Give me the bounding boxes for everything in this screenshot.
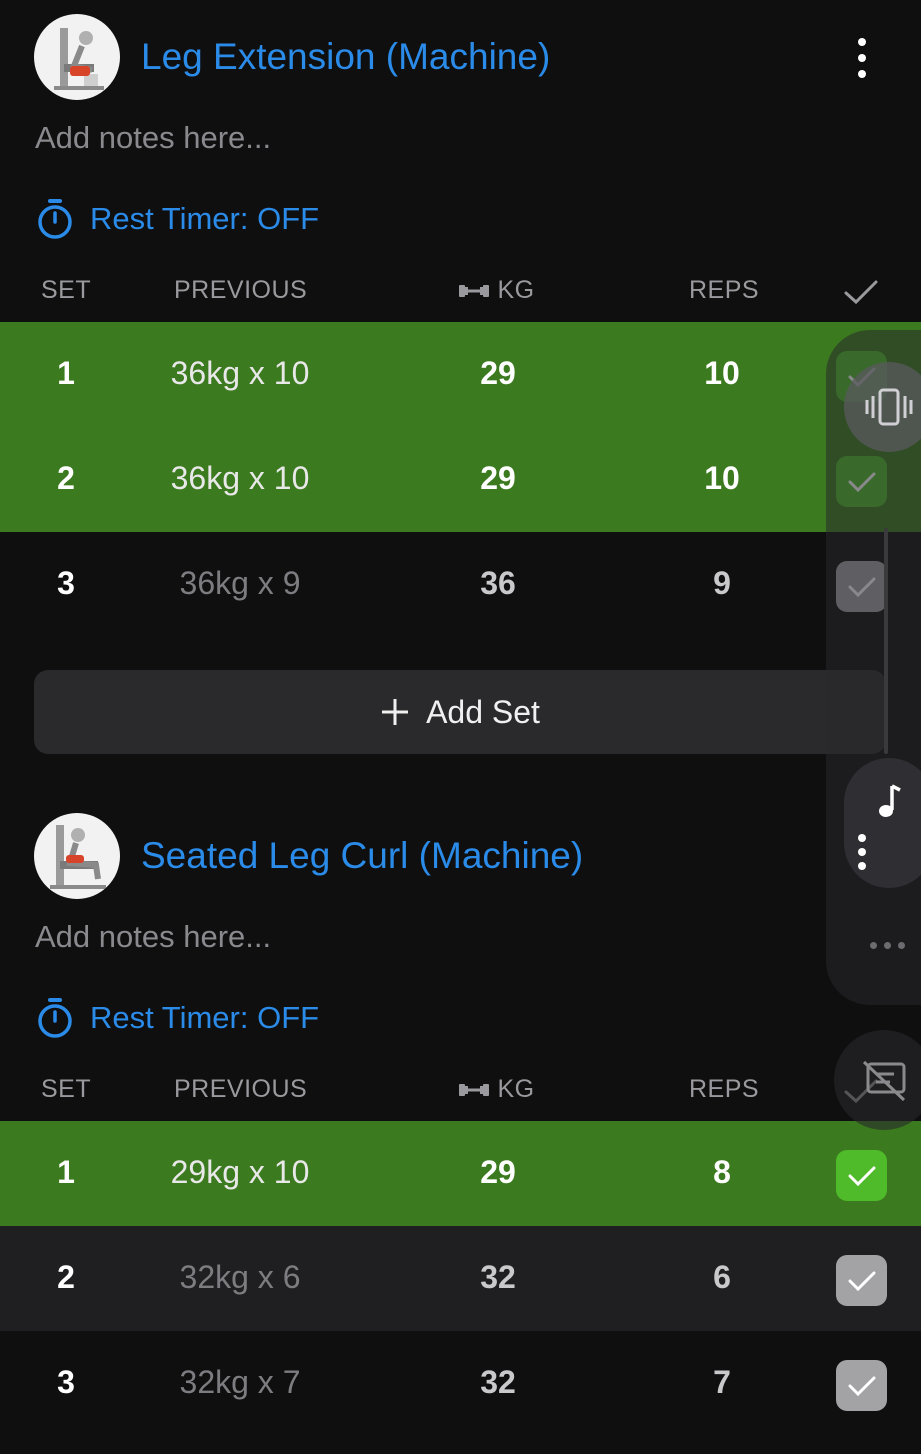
notes-field[interactable]: Add notes here... — [35, 120, 271, 156]
notes-field[interactable]: Add notes here... — [35, 919, 271, 955]
rest-timer-label: Rest Timer: OFF — [90, 201, 320, 236]
previous-value[interactable]: 32kg x 7 — [140, 1364, 340, 1401]
column-previous: PREVIOUS — [174, 1075, 308, 1103]
column-set: SET — [41, 1075, 92, 1103]
vertical-dots-icon[interactable] — [858, 830, 866, 874]
vibrate-icon — [865, 388, 913, 426]
previous-value[interactable]: 36kg x 10 — [140, 355, 340, 392]
complete-set-checkbox[interactable] — [836, 1255, 887, 1306]
column-kg-label: KG — [497, 1075, 535, 1103]
dumbbell-icon — [459, 285, 489, 297]
media-control-pill[interactable] — [844, 758, 921, 888]
kg-input[interactable]: 32 — [448, 1259, 548, 1296]
add-set-label: Add Set — [426, 693, 540, 730]
column-kg: KG — [458, 1075, 535, 1104]
set-row: 2 32kg x 6 32 6 — [0, 1226, 921, 1331]
checkmark-icon — [844, 280, 878, 305]
exercise-thumbnail[interactable] — [34, 14, 120, 100]
kg-input[interactable]: 29 — [448, 460, 548, 497]
previous-value[interactable]: 29kg x 10 — [140, 1154, 340, 1191]
previous-value[interactable]: 36kg x 9 — [140, 565, 340, 602]
set-number[interactable]: 3 — [55, 1364, 77, 1401]
complete-set-checkbox[interactable] — [836, 1150, 887, 1201]
scrollbar[interactable] — [884, 528, 888, 754]
kg-input[interactable]: 29 — [448, 1154, 548, 1191]
stopwatch-icon — [38, 199, 72, 239]
music-note-icon — [879, 784, 901, 817]
reps-input[interactable]: 10 — [672, 355, 772, 392]
set-number[interactable]: 1 — [55, 355, 77, 392]
set-row: 3 36kg x 9 36 9 — [0, 532, 921, 637]
set-number[interactable]: 2 — [55, 1259, 77, 1296]
kg-input[interactable]: 36 — [448, 565, 548, 602]
reps-input[interactable]: 6 — [672, 1259, 772, 1296]
column-kg-label: KG — [497, 276, 535, 304]
exercise-thumbnail[interactable] — [34, 813, 120, 899]
stopwatch-icon — [38, 998, 72, 1038]
exercise-header: Seated Leg Curl (Machine) — [0, 799, 921, 911]
set-number[interactable]: 3 — [55, 565, 77, 602]
exercise-title[interactable]: Seated Leg Curl (Machine) — [141, 835, 583, 877]
set-row: 2 36kg x 10 29 10 — [0, 427, 921, 532]
set-row: 3 32kg x 7 32 7 — [0, 1331, 921, 1436]
reps-input[interactable]: 10 — [672, 460, 772, 497]
rest-timer-button[interactable]: Rest Timer: OFF — [36, 995, 319, 1041]
screen-off-button[interactable] — [834, 1030, 921, 1130]
sets-column-header: SET PREVIOUS KG REPS — [0, 1069, 921, 1115]
exercise-title[interactable]: Leg Extension (Machine) — [141, 36, 550, 78]
column-kg: KG — [458, 276, 535, 305]
reps-input[interactable]: 8 — [672, 1154, 772, 1191]
screen-off-icon — [862, 1060, 906, 1102]
set-number[interactable]: 1 — [55, 1154, 77, 1191]
checkmark-icon — [848, 1271, 875, 1291]
rest-timer-button[interactable]: Rest Timer: OFF — [36, 196, 319, 242]
checkmark-icon — [848, 1166, 875, 1186]
add-set-button[interactable]: Add Set — [34, 670, 886, 754]
plus-icon — [382, 699, 409, 725]
complete-set-checkbox[interactable] — [836, 1360, 887, 1411]
set-number[interactable]: 2 — [55, 460, 77, 497]
previous-value[interactable]: 32kg x 6 — [140, 1259, 340, 1296]
kg-input[interactable]: 29 — [448, 355, 548, 392]
column-previous: PREVIOUS — [174, 276, 308, 304]
more-dots-icon[interactable] — [868, 940, 908, 952]
checkmark-icon — [848, 1376, 875, 1396]
vibrate-button[interactable] — [844, 362, 921, 452]
vertical-dots-icon[interactable] — [848, 36, 876, 80]
set-row: 1 36kg x 10 29 10 — [0, 322, 921, 427]
reps-input[interactable]: 7 — [672, 1364, 772, 1401]
column-reps: REPS — [689, 276, 760, 304]
rest-timer-label: Rest Timer: OFF — [90, 1000, 320, 1035]
column-reps: REPS — [689, 1075, 760, 1103]
exercise-header: Leg Extension (Machine) — [0, 0, 921, 112]
reps-input[interactable]: 9 — [672, 565, 772, 602]
kg-input[interactable]: 32 — [448, 1364, 548, 1401]
column-set: SET — [41, 276, 92, 304]
previous-value[interactable]: 36kg x 10 — [140, 460, 340, 497]
set-row: 1 29kg x 10 29 8 — [0, 1121, 921, 1226]
dumbbell-icon — [459, 1084, 489, 1096]
sets-column-header: SET PREVIOUS KG REPS — [0, 270, 921, 316]
